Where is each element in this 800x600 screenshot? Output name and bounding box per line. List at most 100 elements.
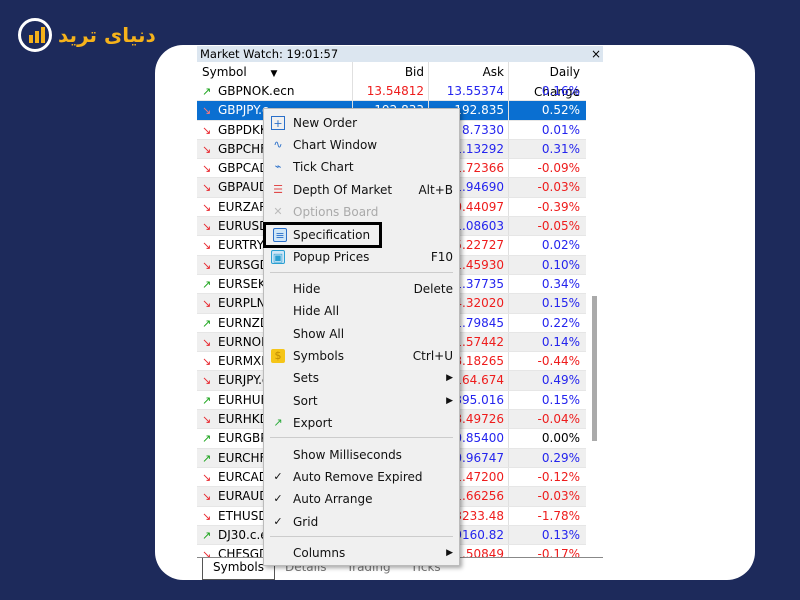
menu-item-hide[interactable]: Hide Delete — [264, 279, 459, 299]
symbol-name: EURUSD — [218, 219, 269, 234]
symbol-name: EURNZD — [218, 315, 270, 330]
menu-item-popup-prices[interactable]: ▣ Popup Prices F10 — [264, 247, 459, 267]
menu-item-auto-remove-expired[interactable]: ✓ Auto Remove Expired — [264, 467, 459, 487]
daily-change-cell: 0.34% — [508, 274, 586, 294]
sort-down-icon[interactable]: ▼ — [271, 69, 278, 79]
options-board-icon: ✕ — [273, 205, 283, 218]
arrow-down-icon: ↘ — [202, 374, 212, 388]
arrow-up-icon: ↗ — [202, 432, 212, 446]
arrow-up-icon: ↗ — [202, 316, 212, 330]
logo-text: دنیای ترید — [58, 23, 156, 47]
menu-item-label: Depth Of Market — [293, 183, 393, 197]
symbol-name: EURCAD — [218, 469, 268, 484]
arrow-down-icon: ↘ — [202, 413, 212, 427]
daily-change-cell: -0.39% — [508, 197, 586, 217]
menu-item-label: Columns — [293, 546, 346, 560]
checkmark-icon: ✓ — [273, 515, 283, 528]
column-ask[interactable]: Ask — [428, 62, 508, 82]
menu-item-label: Auto Remove Expired — [293, 470, 423, 484]
context-menu: + New Order ∿ Chart Window ⌁ Tick Chart ☰ Depth… — [263, 108, 460, 566]
symbol-name: GBPAUD — [218, 180, 269, 195]
menu-item-grid[interactable]: ✓ Grid — [264, 512, 459, 532]
daily-change-cell: -0.12% — [508, 467, 586, 487]
submenu-arrow-icon: ▶ — [446, 548, 453, 558]
menu-item-label: Hide — [293, 282, 321, 296]
menu-item-columns[interactable]: Columns ▶ — [264, 543, 459, 563]
menu-item-label: Symbols — [293, 349, 344, 363]
daily-change-cell: 0.13% — [508, 525, 586, 545]
symbol-name: EURTRY. — [218, 238, 266, 253]
bid-cell: 13.54812 — [352, 82, 428, 101]
arrow-down-icon: ↘ — [202, 200, 212, 214]
daily-change-cell: -1.78% — [508, 506, 586, 525]
daily-change-cell: -0.03% — [508, 178, 586, 197]
menu-item-tick-chart[interactable]: ⌁ Tick Chart — [264, 157, 459, 177]
menu-item-sets[interactable]: Sets ▶ — [264, 368, 459, 388]
specification-icon: ≡ — [273, 228, 287, 242]
arrow-down-icon: ↘ — [202, 162, 212, 176]
symbol-name: EURPLN. — [218, 296, 270, 311]
new-order-icon: + — [271, 116, 285, 130]
menu-item-label: Export — [293, 416, 333, 430]
menu-item-symbols[interactable]: $ Symbols Ctrl+U — [264, 346, 459, 366]
daily-change-cell: 0.00% — [508, 429, 586, 448]
daily-change-cell: 0.14% — [508, 332, 586, 352]
symbol-name: EURAUD — [218, 489, 269, 504]
symbol-name: GBPDKK — [218, 122, 268, 137]
daily-change-cell: 0.29% — [508, 448, 586, 467]
menu-item-label: Options Board — [293, 205, 379, 219]
chart-window-icon: ∿ — [273, 138, 283, 151]
menu-item-show-milliseconds[interactable]: Show Milliseconds — [264, 445, 459, 465]
column-daily-change[interactable]: Daily Change — [508, 62, 586, 99]
popup-prices-icon: ▣ — [271, 250, 285, 264]
close-icon[interactable]: × — [591, 46, 601, 62]
checkmark-icon: ✓ — [273, 492, 283, 505]
daily-change-cell: -0.03% — [508, 487, 586, 506]
arrow-up-icon: ↗ — [202, 451, 212, 465]
daily-change-cell: 0.31% — [508, 139, 586, 159]
column-symbol[interactable]: Symbol ▼ — [197, 62, 352, 82]
arrow-down-icon: ↘ — [202, 509, 212, 523]
menu-item-auto-arrange[interactable]: ✓ Auto Arrange — [264, 489, 459, 509]
daily-change-cell: 0.01% — [508, 120, 586, 139]
arrow-up-icon: ↗ — [202, 393, 212, 407]
column-bid[interactable]: Bid — [352, 62, 428, 82]
menu-item-label: Sets — [293, 371, 319, 385]
menu-item-sort[interactable]: Sort ▶ — [264, 391, 459, 411]
daily-change-cell: 0.15% — [508, 390, 586, 410]
menu-item-depth-of-market[interactable]: ☰ Depth Of Market Alt+B — [264, 180, 459, 200]
daily-change-cell: -0.17% — [508, 545, 586, 557]
ask-cell: 13.55374 — [428, 82, 508, 101]
daily-change-cell: -0.04% — [508, 410, 586, 429]
arrow-down-icon: ↘ — [202, 181, 212, 195]
symbol-cell: ↗ GBPNOK.ecn — [197, 82, 352, 100]
symbol-name: EURSEK. — [218, 276, 270, 291]
globe-chart-icon — [18, 18, 52, 52]
menu-item-label: Tick Chart — [293, 160, 354, 174]
shortcut-label: Ctrl+U — [412, 349, 453, 363]
submenu-arrow-icon: ▶ — [446, 396, 453, 406]
menu-separator — [270, 437, 453, 438]
menu-item-export[interactable]: ↗ Export — [264, 413, 459, 433]
arrow-down-icon: ↘ — [202, 470, 212, 484]
symbol-name: GBPCHF. — [218, 141, 269, 156]
arrow-up-icon: ↗ — [202, 528, 212, 542]
logo: دنیای ترید — [18, 18, 156, 52]
table-row[interactable]: ↗ GBPNOK.ecn 13.54812 13.55374 0.16% — [197, 82, 586, 102]
daily-change-cell: 0.15% — [508, 294, 586, 313]
symbol-name: GBPNOK.ecn — [218, 84, 295, 98]
menu-item-new-order[interactable]: + New Order — [264, 113, 459, 133]
menu-item-chart-window[interactable]: ∿ Chart Window — [264, 135, 459, 155]
menu-item-label: Hide All — [293, 304, 340, 318]
menu-item-show-all[interactable]: Show All — [264, 324, 459, 344]
symbol-name: GBPJPY.e — [218, 103, 270, 118]
shortcut-label: Alt+B — [418, 183, 453, 197]
scrollbar[interactable] — [592, 296, 597, 441]
daily-change-cell: -0.44% — [508, 352, 586, 371]
menu-item-options-board: ✕ Options Board — [264, 202, 459, 222]
menu-item-label: Chart Window — [293, 138, 378, 152]
daily-change-cell: 0.52% — [508, 101, 586, 120]
menu-item-hide-all[interactable]: Hide All — [264, 301, 459, 321]
arrow-down-icon: ↘ — [202, 490, 212, 504]
menu-item-specification[interactable]: ≡ Specification — [263, 222, 382, 248]
